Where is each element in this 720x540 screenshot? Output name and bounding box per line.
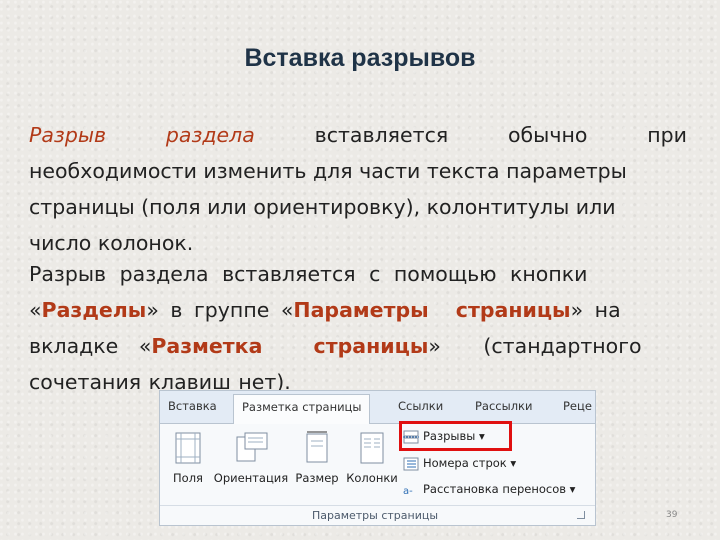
tab-review[interactable]: Реце — [563, 399, 592, 413]
paragraph-2-line-1: Разрыв раздела вставляется с помощью кно… — [29, 256, 687, 292]
quote-open: « — [29, 298, 42, 322]
tab-mailings[interactable]: Рассылки — [475, 399, 532, 413]
text: » в группе « — [146, 298, 294, 322]
dialog-launcher-icon[interactable] — [577, 511, 585, 519]
line-numbers-icon — [403, 457, 419, 471]
hyphenation-button[interactable]: a- Расстановка переносов ▾ — [403, 482, 575, 497]
hyphenation-label: Расстановка переносов ▾ — [423, 482, 576, 496]
columns-label: Колонки — [346, 471, 398, 485]
size-label: Размер — [295, 471, 339, 485]
tab-page-layout[interactable]: Разметка страницы — [233, 394, 371, 424]
term-razryv: Разрыв — [29, 123, 107, 147]
paragraph-1: Разрыв раздела вставляется обычно при не… — [29, 117, 687, 261]
word: вставляется — [314, 123, 449, 147]
paragraph-1-line-2: необходимости изменить для части текста … — [29, 159, 627, 183]
orientation-label: Ориентация — [213, 471, 289, 485]
margins-label: Поля — [173, 471, 203, 485]
paragraph-2-line-2: «Разделы» в группе «Параметры страницы» … — [29, 292, 687, 328]
tab-insert[interactable]: Вставка — [168, 399, 217, 413]
paragraph-2: Разрыв раздела вставляется с помощью кно… — [29, 256, 687, 400]
text: » на — [570, 298, 621, 322]
tab-references[interactable]: Ссылки — [398, 399, 443, 413]
term-razdela: раздела — [165, 123, 255, 147]
term-razdely: Разделы — [41, 298, 147, 322]
group-divider — [160, 505, 595, 506]
term-razmetka-stranitsy: Разметка страницы — [151, 334, 429, 358]
group-label-page-setup: Параметры страницы — [311, 509, 439, 522]
paragraph-2-line-1-text: Разрыв раздела вставляется с помощью кно… — [29, 262, 588, 286]
svg-text:a-: a- — [403, 486, 413, 497]
paragraph-1-line-3: страницы (поля или ориентировку), колонт… — [29, 195, 616, 219]
page-number: 39 — [666, 510, 678, 520]
hyphenation-icon: a- — [403, 483, 419, 497]
ribbon-screenshot: Вставка Разметка страницы Ссылки Рассылк… — [159, 390, 596, 526]
text: » (стандартного — [428, 334, 642, 358]
term-parametry-stranitsy: Параметры страницы — [293, 298, 571, 322]
word: при — [647, 123, 687, 147]
line-numbers-label: Номера строк ▾ — [423, 456, 517, 470]
slide-title: Вставка разрывов — [244, 44, 476, 72]
text: вкладке « — [29, 334, 152, 358]
paragraph-2-line-3: вкладке «Разметка страницы» (стандартног… — [29, 328, 687, 364]
breaks-highlight-box — [399, 421, 512, 451]
ribbon-tab-bar: Вставка Разметка страницы Ссылки Рассылк… — [160, 391, 595, 424]
paragraph-1-line-1: Разрыв раздела вставляется обычно при — [29, 117, 687, 153]
line-numbers-button[interactable]: Номера строк ▾ — [403, 456, 516, 471]
word: обычно — [507, 123, 588, 147]
